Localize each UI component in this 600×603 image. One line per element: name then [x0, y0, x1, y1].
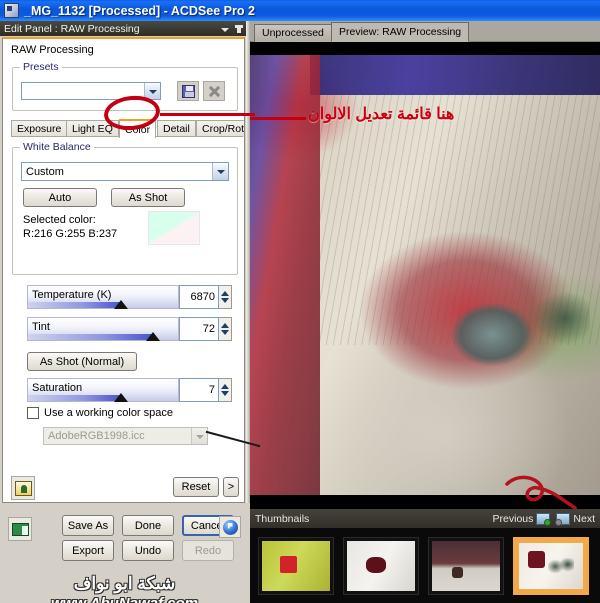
help-icon [222, 519, 238, 535]
export-button[interactable]: Export [62, 540, 114, 561]
saturation-label: Saturation [32, 382, 83, 394]
temperature-value-input[interactable]: 6870 [179, 285, 219, 309]
presets-dropdown[interactable] [21, 82, 161, 100]
watermark: شبكة ابو نواف www.AbuNawaf.com [0, 561, 249, 603]
photo-region-glasses [450, 285, 590, 395]
watermark-url: www.AbuNawaf.com [51, 594, 198, 603]
tint-stepper[interactable] [219, 317, 232, 341]
tint-slider-row: Tint 72 [27, 317, 232, 343]
edit-panel-header: Edit Panel : RAW Processing [0, 21, 249, 36]
raw-processing-title: RAW Processing [11, 44, 94, 56]
watermark-arabic: شبكة ابو نواف [73, 573, 176, 593]
reset-button[interactable]: Reset [173, 477, 219, 497]
annotation-text: هنا قائمة تعديل الالوان [308, 106, 455, 123]
edit-panel-header-title: Edit Panel : RAW Processing [4, 22, 140, 35]
tint-value-input[interactable]: 72 [179, 317, 219, 341]
selected-color-label: Selected color: [23, 214, 96, 226]
arrow-annotation [160, 113, 255, 116]
color-space-profile-dropdown: AdobeRGB1998.icc [43, 427, 208, 445]
tab-detail[interactable]: Detail [157, 120, 196, 137]
saturation-slider-thumb[interactable] [114, 393, 128, 402]
presets-group: Presets [12, 61, 238, 111]
chevron-down-icon[interactable] [212, 163, 228, 180]
tab-color[interactable]: Color [119, 119, 157, 138]
white-balance-label: White Balance [20, 141, 94, 153]
image-preview[interactable]: هنا قائمة تعديل الالوان [250, 42, 600, 509]
tint-label: Tint [32, 321, 50, 333]
presets-label: Presets [20, 61, 62, 73]
as-shot-normal-button[interactable]: As Shot (Normal) [27, 352, 137, 371]
thumbnail-1[interactable] [258, 536, 334, 595]
chevron-down-icon [191, 428, 207, 444]
thumbnail-4[interactable] [513, 536, 589, 595]
pin-icon[interactable] [233, 23, 245, 35]
selected-color-value: R:216 G:255 B:237 [23, 228, 118, 240]
save-floppy-icon [181, 84, 195, 98]
thumbnails-label: Thumbnails [255, 512, 310, 525]
save-preset-button[interactable] [177, 81, 199, 101]
previous-image-icon[interactable] [536, 512, 552, 526]
working-color-space-label: Use a working color space [44, 407, 174, 419]
next-image-icon[interactable] [555, 512, 571, 526]
edit-panel-actions: Save As Done Cancel Export Undo Redo [0, 509, 249, 561]
chevron-down-icon[interactable] [144, 83, 160, 99]
thumbnail-strip [250, 528, 600, 603]
tab-preview-raw-processing[interactable]: Preview: RAW Processing [331, 22, 470, 42]
temperature-slider-thumb[interactable] [114, 300, 128, 309]
swirl-annotation [505, 474, 577, 509]
undo-button[interactable]: Undo [122, 540, 174, 561]
reset-more-button[interactable]: > [223, 477, 239, 497]
edit-panel: Edit Panel : RAW Processing RAW Processi… [0, 21, 249, 603]
tab-crop-rotate[interactable]: Crop/Rotate [196, 120, 244, 137]
saturation-value-input[interactable]: 7 [179, 378, 219, 402]
temperature-stepper[interactable] [219, 285, 232, 309]
window-title: _MG_1132 [Processed] - ACDSee Pro 2 [24, 3, 255, 18]
saturation-stepper[interactable] [219, 378, 232, 402]
help-button[interactable] [219, 516, 241, 538]
delete-x-icon [208, 85, 221, 98]
app-icon [4, 3, 19, 18]
thumbnail-3[interactable] [428, 536, 504, 595]
next-label[interactable]: Next [573, 513, 595, 525]
white-balance-as-shot-button[interactable]: As Shot [111, 188, 185, 207]
done-button[interactable]: Done [122, 515, 174, 536]
tab-exposure[interactable]: Exposure [11, 120, 68, 137]
window-titlebar: _MG_1132 [Processed] - ACDSee Pro 2 [0, 0, 600, 21]
working-color-space-row[interactable]: Use a working color space [27, 407, 173, 419]
white-balance-preset-dropdown[interactable]: Custom [21, 162, 229, 181]
tint-slider-thumb[interactable] [145, 332, 160, 341]
white-balance-group: White Balance Custom Auto As Shot Select… [12, 141, 238, 275]
preview-tabstrip: Unprocessed Preview: RAW Processing [250, 21, 600, 42]
chevron-down-icon[interactable] [219, 23, 231, 35]
color-space-profile-value: AdobeRGB1998.icc [48, 430, 145, 442]
temperature-label: Temperature (K) [32, 289, 112, 301]
saturation-slider-row: Saturation 7 [27, 378, 232, 404]
previous-label[interactable]: Previous [493, 513, 534, 525]
photo-region-top [310, 55, 600, 95]
saturation-slider[interactable]: Saturation [27, 378, 179, 402]
thumbnails-bar: Thumbnails Previous Next [250, 509, 600, 528]
preferences-icon [11, 522, 29, 536]
edit-panel-tabs: Exposure Light EQ Color Detail Crop/Rota… [11, 119, 244, 138]
color-picker-icon [14, 480, 32, 496]
application-window: _MG_1132 [Processed] - ACDSee Pro 2 Edit… [0, 0, 600, 603]
color-picker-button[interactable] [11, 476, 35, 500]
redo-button: Redo [182, 540, 234, 561]
working-color-space-checkbox[interactable] [27, 407, 39, 419]
tab-light-eq[interactable]: Light EQ [66, 120, 119, 137]
temperature-slider[interactable]: Temperature (K) [27, 285, 179, 309]
preferences-button[interactable] [8, 517, 32, 541]
thumbnail-2[interactable] [343, 536, 419, 595]
delete-preset-button[interactable] [203, 81, 225, 101]
selected-color-swatch [148, 211, 200, 245]
temperature-slider-row: Temperature (K) 6870 [27, 285, 232, 311]
white-balance-auto-button[interactable]: Auto [23, 188, 97, 207]
tab-unprocessed[interactable]: Unprocessed [254, 24, 332, 42]
white-balance-preset-value: Custom [26, 165, 64, 178]
annotation-leader-line [250, 117, 306, 120]
tint-slider[interactable]: Tint [27, 317, 179, 341]
save-as-button[interactable]: Save As [62, 515, 114, 536]
